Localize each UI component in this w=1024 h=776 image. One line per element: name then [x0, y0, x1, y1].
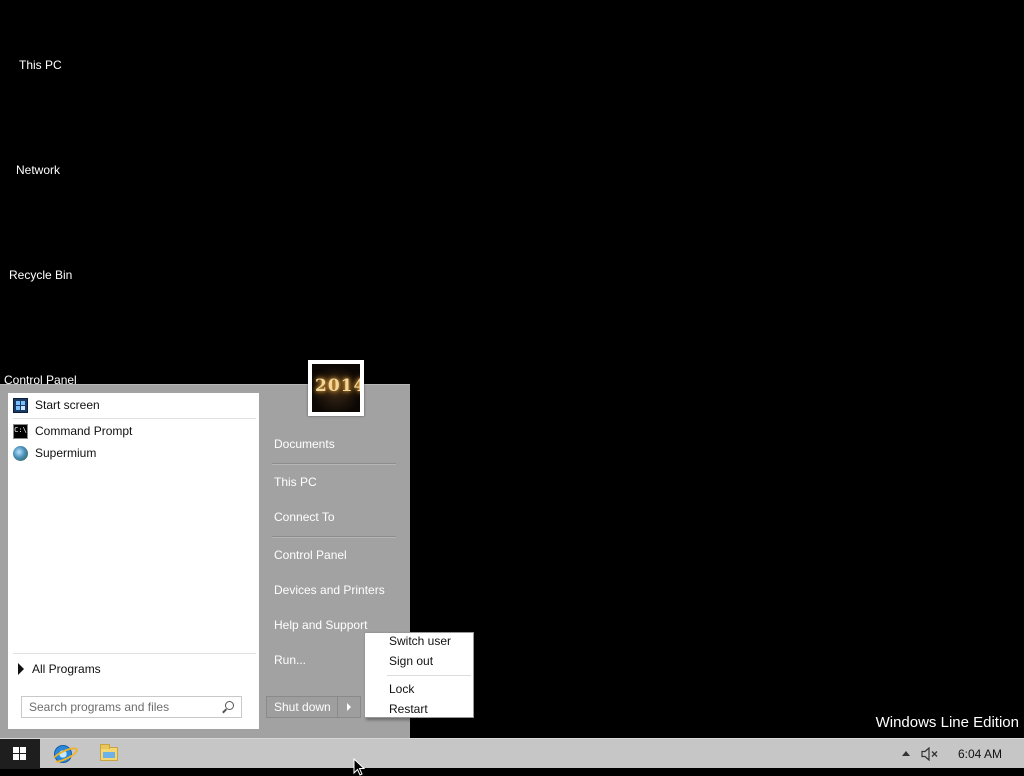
- search-input[interactable]: [22, 700, 221, 714]
- program-label: Command Prompt: [35, 424, 133, 438]
- chevron-right-icon: [347, 703, 351, 711]
- file-explorer-icon: [100, 744, 118, 761]
- taskbar: 6:04 AM: [0, 738, 1024, 769]
- edition-watermark: Windows Line Edition: [875, 714, 1019, 731]
- program-supermium[interactable]: Supermium: [13, 443, 96, 463]
- shutdown-options-button[interactable]: [338, 697, 360, 717]
- right-pane-separator: [272, 463, 396, 464]
- menu-item-sign-out[interactable]: Sign out: [389, 654, 433, 668]
- supermium-icon: [13, 445, 28, 461]
- program-label: Supermium: [35, 446, 97, 460]
- power-options-menu: Switch user Sign out Lock Restart: [364, 632, 474, 718]
- search-icon: [221, 700, 235, 714]
- program-command-prompt[interactable]: C:\ Command Prompt: [13, 421, 132, 441]
- avatar-picture: 2014: [312, 364, 360, 412]
- command-prompt-icon: C:\: [13, 423, 28, 439]
- windows-logo-icon: [13, 747, 27, 761]
- all-programs-separator: [13, 653, 256, 654]
- shutdown-button-group: Shut down: [266, 696, 361, 718]
- desktop-icon-recycle-bin[interactable]: Recycle Bin: [9, 268, 72, 282]
- start-link-run[interactable]: Run...: [274, 653, 306, 667]
- show-hidden-icons-chevron-up-icon[interactable]: [902, 751, 910, 756]
- start-link-devices-and-printers[interactable]: Devices and Printers: [274, 583, 385, 597]
- start-button[interactable]: [0, 739, 40, 769]
- taskbar-file-explorer[interactable]: [87, 739, 131, 769]
- menu-item-restart[interactable]: Restart: [389, 702, 428, 716]
- menu-separator: [387, 675, 471, 676]
- internet-explorer-icon: [54, 745, 72, 763]
- search-box[interactable]: [21, 696, 242, 718]
- taskbar-internet-explorer[interactable]: [41, 739, 85, 769]
- mouse-cursor-icon: [353, 758, 365, 776]
- taskbar-clock[interactable]: 6:04 AM: [958, 747, 1002, 761]
- all-programs-label: All Programs: [32, 662, 101, 676]
- program-start-screen[interactable]: Start screen: [13, 395, 100, 415]
- program-label: Start screen: [35, 398, 100, 412]
- menu-item-switch-user[interactable]: Switch user: [389, 634, 451, 648]
- start-link-this-pc[interactable]: This PC: [274, 475, 317, 489]
- programs-separator: [13, 418, 256, 419]
- user-avatar[interactable]: 2014: [308, 360, 364, 416]
- desktop-icon-network[interactable]: Network: [16, 163, 60, 177]
- start-link-documents[interactable]: Documents: [274, 437, 335, 451]
- start-link-connect-to[interactable]: Connect To: [274, 510, 335, 524]
- menu-item-lock[interactable]: Lock: [389, 682, 414, 696]
- all-programs-button[interactable]: All Programs: [18, 660, 101, 678]
- start-screen-icon: [13, 397, 28, 413]
- volume-muted-icon[interactable]: [921, 747, 941, 761]
- chevron-right-icon: [18, 663, 24, 675]
- start-link-control-panel[interactable]: Control Panel: [274, 548, 347, 562]
- desktop-icon-this-pc[interactable]: This PC: [19, 58, 62, 72]
- start-link-help-and-support[interactable]: Help and Support: [274, 618, 367, 632]
- shutdown-button[interactable]: Shut down: [267, 697, 338, 717]
- right-pane-separator: [272, 536, 396, 537]
- avatar-text: 2014: [315, 376, 360, 396]
